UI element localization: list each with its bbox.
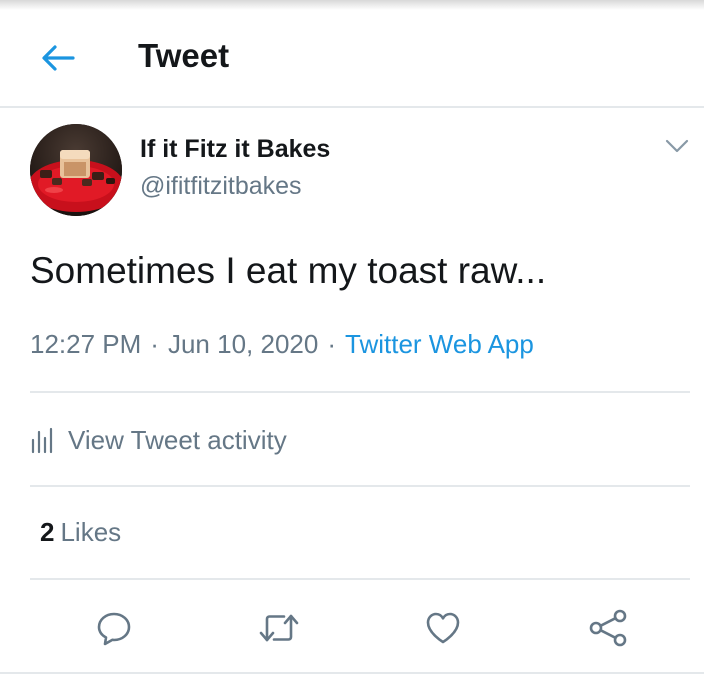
likes-stat[interactable]: 2 Likes	[40, 514, 121, 550]
tweet-date: Jun 10, 2020	[167, 329, 319, 359]
tweet-detail-screen: Tweet If it Fitz it Bakes @ifitfitzitbak…	[0, 0, 704, 682]
author-display-name[interactable]: If it Fitz it Bakes	[140, 133, 330, 165]
top-app-bar: Tweet	[0, 10, 704, 108]
status-bar-shadow	[0, 0, 704, 10]
reply-icon	[97, 612, 131, 646]
share-button[interactable]	[586, 606, 630, 650]
author-handle[interactable]: @ifitfitzitbakes	[140, 170, 302, 202]
likes-label: Likes	[60, 517, 122, 547]
divider	[30, 578, 690, 580]
retweet-button[interactable]	[257, 606, 301, 650]
view-tweet-activity-button[interactable]: View Tweet activity	[30, 420, 287, 460]
page-title: Tweet	[138, 37, 230, 74]
divider	[30, 391, 690, 393]
retweet-icon	[259, 614, 299, 642]
arrow-left-icon	[42, 45, 75, 71]
reply-button[interactable]	[92, 606, 136, 650]
back-button[interactable]	[38, 38, 78, 78]
bottom-divider	[0, 672, 704, 674]
meta-separator: ·	[150, 329, 159, 359]
tweet-text: Sometimes I eat my toast raw...	[30, 250, 547, 291]
avatar[interactable]	[30, 124, 122, 216]
view-tweet-activity-label: View Tweet activity	[68, 424, 287, 455]
cake-on-red-plate-avatar	[30, 124, 122, 216]
tweet-metadata: 12:27 PM · Jun 10, 2020 · Twitter Web App	[30, 326, 534, 362]
divider	[30, 485, 690, 487]
share-icon	[589, 609, 627, 647]
tweet-source-link[interactable]: Twitter Web App	[345, 329, 534, 359]
likes-count: 2	[40, 517, 55, 547]
tweet-time: 12:27 PM	[30, 329, 142, 359]
bar-chart-icon	[31, 427, 53, 454]
meta-separator: ·	[327, 329, 336, 359]
like-button[interactable]	[421, 606, 465, 650]
chevron-down-icon	[665, 139, 689, 153]
tweet-options-button[interactable]	[660, 132, 694, 160]
heart-icon	[426, 612, 460, 644]
